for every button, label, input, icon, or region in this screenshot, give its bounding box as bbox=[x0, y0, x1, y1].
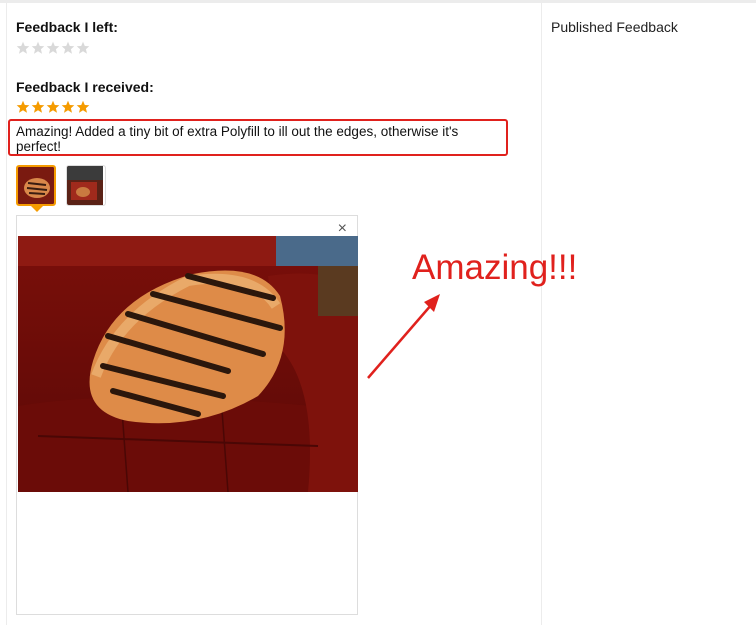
active-thumbnail-indicator bbox=[30, 205, 44, 212]
photo-thumbnail-1[interactable] bbox=[16, 165, 56, 206]
sidebar-title: Published Feedback bbox=[551, 19, 678, 35]
photo-thumbnail-2[interactable] bbox=[66, 165, 106, 206]
star-icon bbox=[31, 100, 45, 113]
feedback-left-stars bbox=[16, 41, 90, 55]
thumbnail-1-image bbox=[18, 167, 54, 204]
star-icon bbox=[16, 100, 30, 113]
star-icon bbox=[61, 41, 75, 54]
feedback-received-stars bbox=[16, 100, 90, 114]
star-icon bbox=[46, 41, 60, 54]
sidebar: Published Feedback bbox=[542, 3, 756, 625]
star-icon bbox=[46, 100, 60, 113]
star-icon bbox=[76, 100, 90, 113]
annotation-arrow bbox=[367, 294, 440, 379]
review-photo bbox=[18, 236, 358, 492]
star-icon bbox=[76, 41, 90, 54]
photo-viewer: × bbox=[16, 215, 358, 615]
feedback-left-label: Feedback I left: bbox=[16, 19, 118, 35]
review-text: Amazing! Added a tiny bit of extra Polyf… bbox=[16, 124, 459, 154]
star-icon bbox=[16, 41, 30, 54]
star-icon bbox=[61, 100, 75, 113]
feedback-received-label: Feedback I received: bbox=[16, 79, 154, 95]
thumbnail-2-image bbox=[67, 166, 103, 205]
star-icon bbox=[31, 41, 45, 54]
